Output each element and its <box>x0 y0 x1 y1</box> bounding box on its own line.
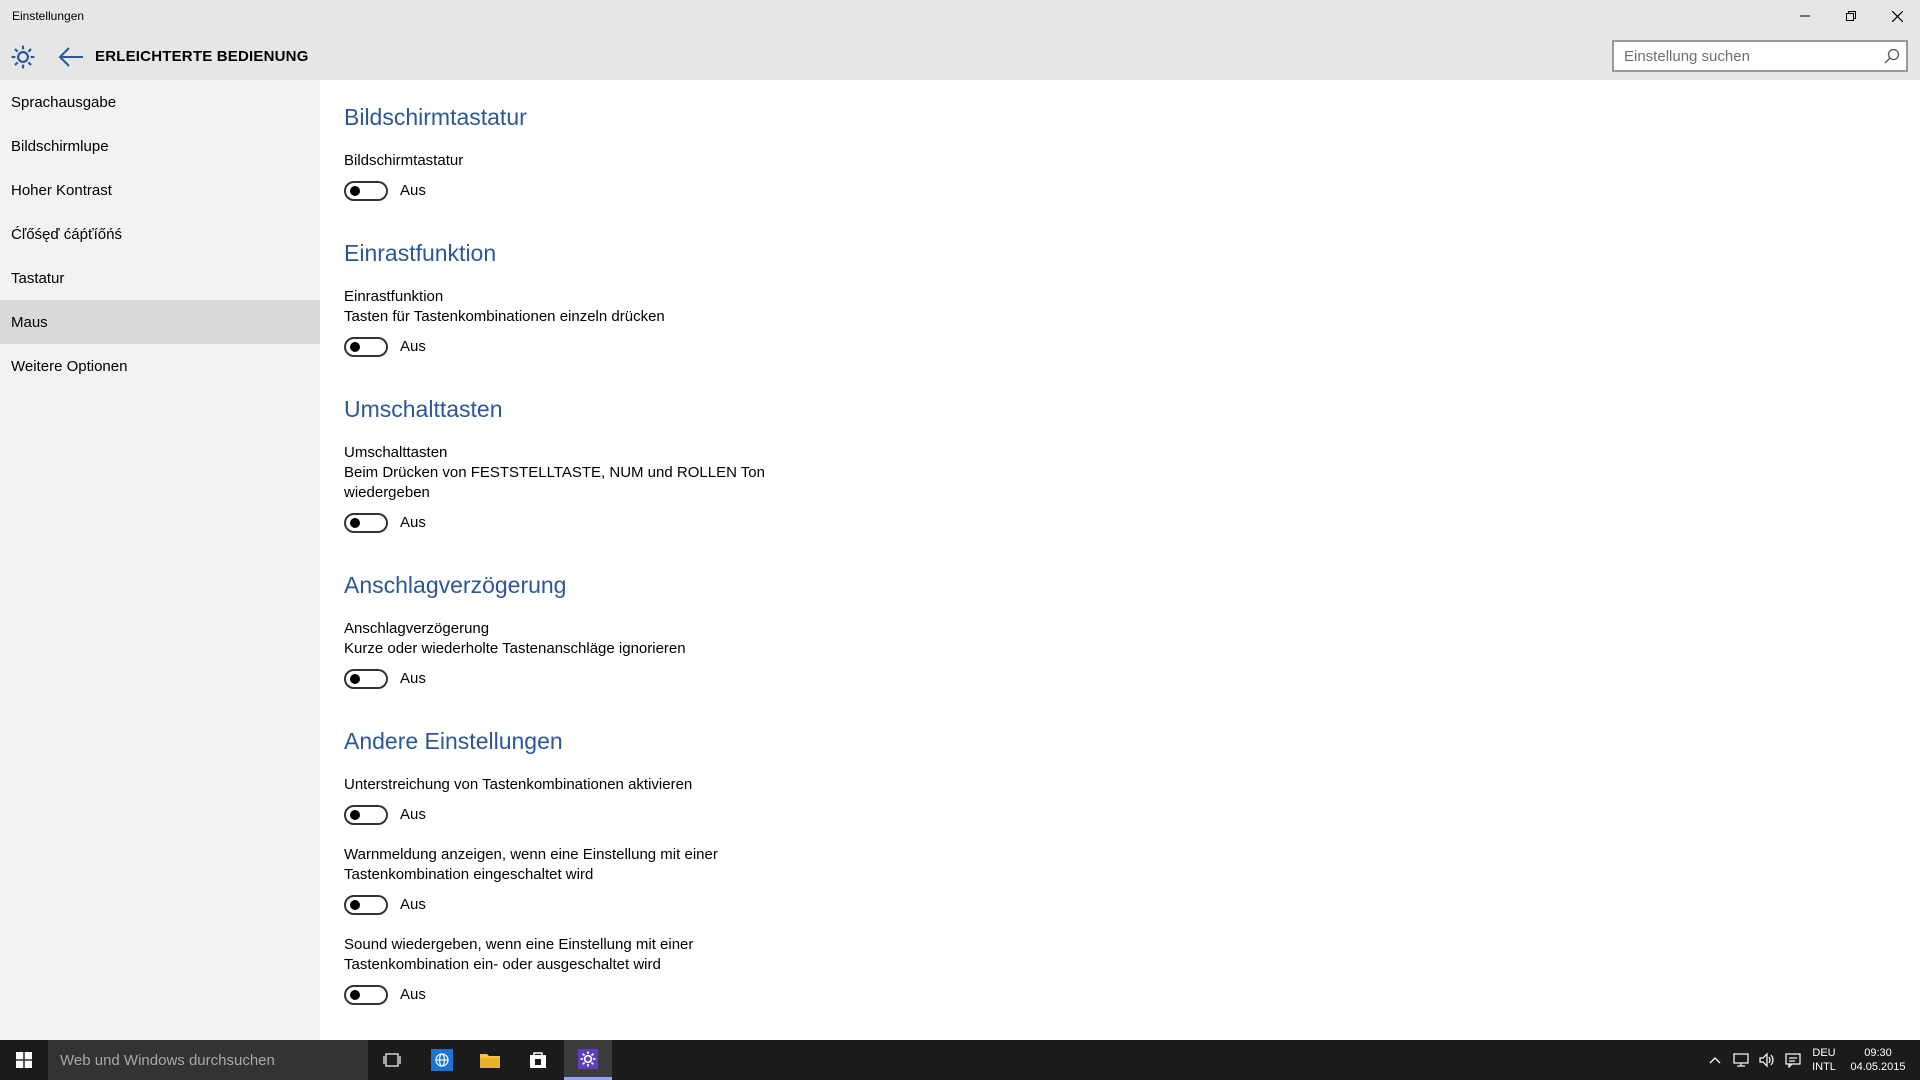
store-bag-icon <box>530 1052 546 1068</box>
section-heading-einrastfunktion: Einrastfunktion <box>344 240 497 266</box>
setting-description: Tasten für Tastenkombinationen einzeln d… <box>344 308 665 325</box>
setting-label: Anschlagverzögerung <box>344 620 490 637</box>
setting-label: Warnmeldung anzeigen, wenn eine Einstell… <box>344 846 718 863</box>
toggle-state-label: Aus <box>400 896 426 913</box>
windows-logo-icon <box>16 1052 32 1068</box>
toggle-state-label: Aus <box>400 514 426 531</box>
toggle-einrastfunktion[interactable] <box>344 337 388 357</box>
input-language-indicator[interactable]: DEU INTL <box>1810 1046 1838 1074</box>
taskbar-search-box[interactable] <box>48 1040 368 1080</box>
settings-search-input[interactable] <box>1614 42 1874 70</box>
volume-icon[interactable] <box>1758 1052 1776 1068</box>
close-icon <box>1891 10 1903 22</box>
start-button[interactable] <box>0 1040 48 1080</box>
task-view-icon <box>383 1053 401 1067</box>
gear-icon <box>578 1048 598 1069</box>
toggle-sound[interactable] <box>344 985 388 1005</box>
sidebar-item-label: Bildschirmlupe <box>11 137 109 155</box>
setting-label: Sound wiedergeben, wenn eine Einstellung… <box>344 936 694 953</box>
setting-description: wiedergeben <box>344 484 430 501</box>
minimize-button[interactable] <box>1782 0 1828 32</box>
taskbar-app-file-explorer[interactable] <box>466 1040 514 1080</box>
notification-icon[interactable] <box>1784 1052 1802 1068</box>
header-bar: ERLEICHTERTE BEDIENUNG <box>0 32 1920 80</box>
taskbar-app-store[interactable] <box>514 1040 562 1080</box>
toggle-state-label: Aus <box>400 338 426 355</box>
section-heading-andere-einstellungen: Andere Einstellungen <box>344 728 563 754</box>
folder-icon <box>480 1054 500 1068</box>
sidebar-item-maus[interactable]: Maus <box>0 300 320 344</box>
toggle-state-label: Aus <box>400 806 426 823</box>
sidebar-item-sprachausgabe[interactable]: Sprachausgabe <box>0 80 320 124</box>
keyboard-layout: INTL <box>1812 1061 1836 1073</box>
toggle-knob <box>350 990 360 1000</box>
sidebar-item-weitere-optionen[interactable]: Weitere Optionen <box>0 344 320 388</box>
chevron-up-icon[interactable] <box>1706 1052 1724 1068</box>
setting-label: Unterstreichung von Tastenkombinationen … <box>344 776 693 793</box>
toggle-bildschirmtastatur[interactable] <box>344 181 388 201</box>
toggle-anschlagverzoegerung[interactable] <box>344 669 388 689</box>
setting-label: Umschalttasten <box>344 444 448 461</box>
toggle-warnmeldung[interactable] <box>344 895 388 915</box>
task-view-button[interactable] <box>368 1040 416 1080</box>
toggle-umschalttasten[interactable] <box>344 513 388 533</box>
setting-label: Einrastfunktion <box>344 288 444 305</box>
toggle-knob <box>350 186 360 196</box>
taskbar-search-input[interactable] <box>48 1040 368 1080</box>
setting-label: Tastenkombination eingeschaltet wird <box>344 866 594 883</box>
section-heading-anschlagverzoegerung: Anschlagverzögerung <box>344 572 567 598</box>
setting-description: Beim Drücken von FESTSTELLTASTE, NUM und… <box>344 464 765 481</box>
sidebar-item-closed-captions[interactable]: Ćľőśęď ćáṕťíőńś <box>0 212 320 256</box>
sidebar-item-label: Maus <box>11 313 48 331</box>
sidebar-item-bildschirmlupe[interactable]: Bildschirmlupe <box>0 124 320 168</box>
clock-time: 09:30 <box>1864 1047 1892 1059</box>
toggle-state-label: Aus <box>400 182 426 199</box>
toggle-knob <box>350 342 360 352</box>
language-code: DEU <box>1812 1047 1836 1059</box>
globe-icon <box>431 1049 453 1071</box>
settings-content: Bildschirmtastatur Bildschirmtastatur Au… <box>320 80 1920 1040</box>
search-icon[interactable] <box>1884 48 1900 64</box>
restore-button[interactable] <box>1828 0 1874 32</box>
sidebar: Sprachausgabe Bildschirmlupe Hoher Kontr… <box>0 80 320 1040</box>
sidebar-item-label: Weitere Optionen <box>11 357 128 375</box>
toggle-knob <box>350 518 360 528</box>
toggle-knob <box>350 900 360 910</box>
close-button[interactable] <box>1874 0 1920 32</box>
sidebar-item-hoher-kontrast[interactable]: Hoher Kontrast <box>0 168 320 212</box>
clock[interactable]: 09:30 04.05.2015 <box>1838 1046 1918 1074</box>
setting-description: Kurze oder wiederholte Tastenanschläge i… <box>344 640 686 657</box>
setting-label: Bildschirmtastatur <box>344 152 464 169</box>
sidebar-item-label: Hoher Kontrast <box>11 181 112 199</box>
sidebar-item-label: Sprachausgabe <box>11 93 117 111</box>
restore-icon <box>1846 11 1856 21</box>
toggle-knob <box>350 674 360 684</box>
toggle-unterstreichung[interactable] <box>344 805 388 825</box>
minimize-icon <box>1800 15 1810 17</box>
section-heading-bildschirmtastatur: Bildschirmtastatur <box>344 104 527 130</box>
sidebar-item-label: Ćľőśęď ćáṕťíőńś <box>11 225 122 243</box>
taskbar-app-settings[interactable] <box>564 1040 612 1080</box>
network-icon[interactable] <box>1732 1052 1750 1068</box>
toggle-state-label: Aus <box>400 670 426 687</box>
page-title: ERLEICHTERTE BEDIENUNG <box>95 48 309 65</box>
sidebar-item-tastatur[interactable]: Tastatur <box>0 256 320 300</box>
taskbar: DEU INTL 09:30 04.05.2015 <box>0 1040 1920 1080</box>
toggle-state-label: Aus <box>400 986 426 1003</box>
clock-date: 04.05.2015 <box>1850 1061 1906 1073</box>
back-arrow-icon[interactable] <box>58 46 84 68</box>
toggle-knob <box>350 810 360 820</box>
sidebar-item-label: Tastatur <box>11 269 65 287</box>
setting-label: Tastenkombination ein- oder ausgeschalte… <box>344 956 661 973</box>
gear-icon[interactable] <box>10 44 36 70</box>
taskbar-app-browser[interactable] <box>418 1040 466 1080</box>
section-heading-umschalttasten: Umschalttasten <box>344 396 503 422</box>
settings-search-box[interactable] <box>1612 40 1908 72</box>
window-title: Einstellungen <box>12 9 85 23</box>
title-bar: Einstellungen <box>0 0 1920 32</box>
